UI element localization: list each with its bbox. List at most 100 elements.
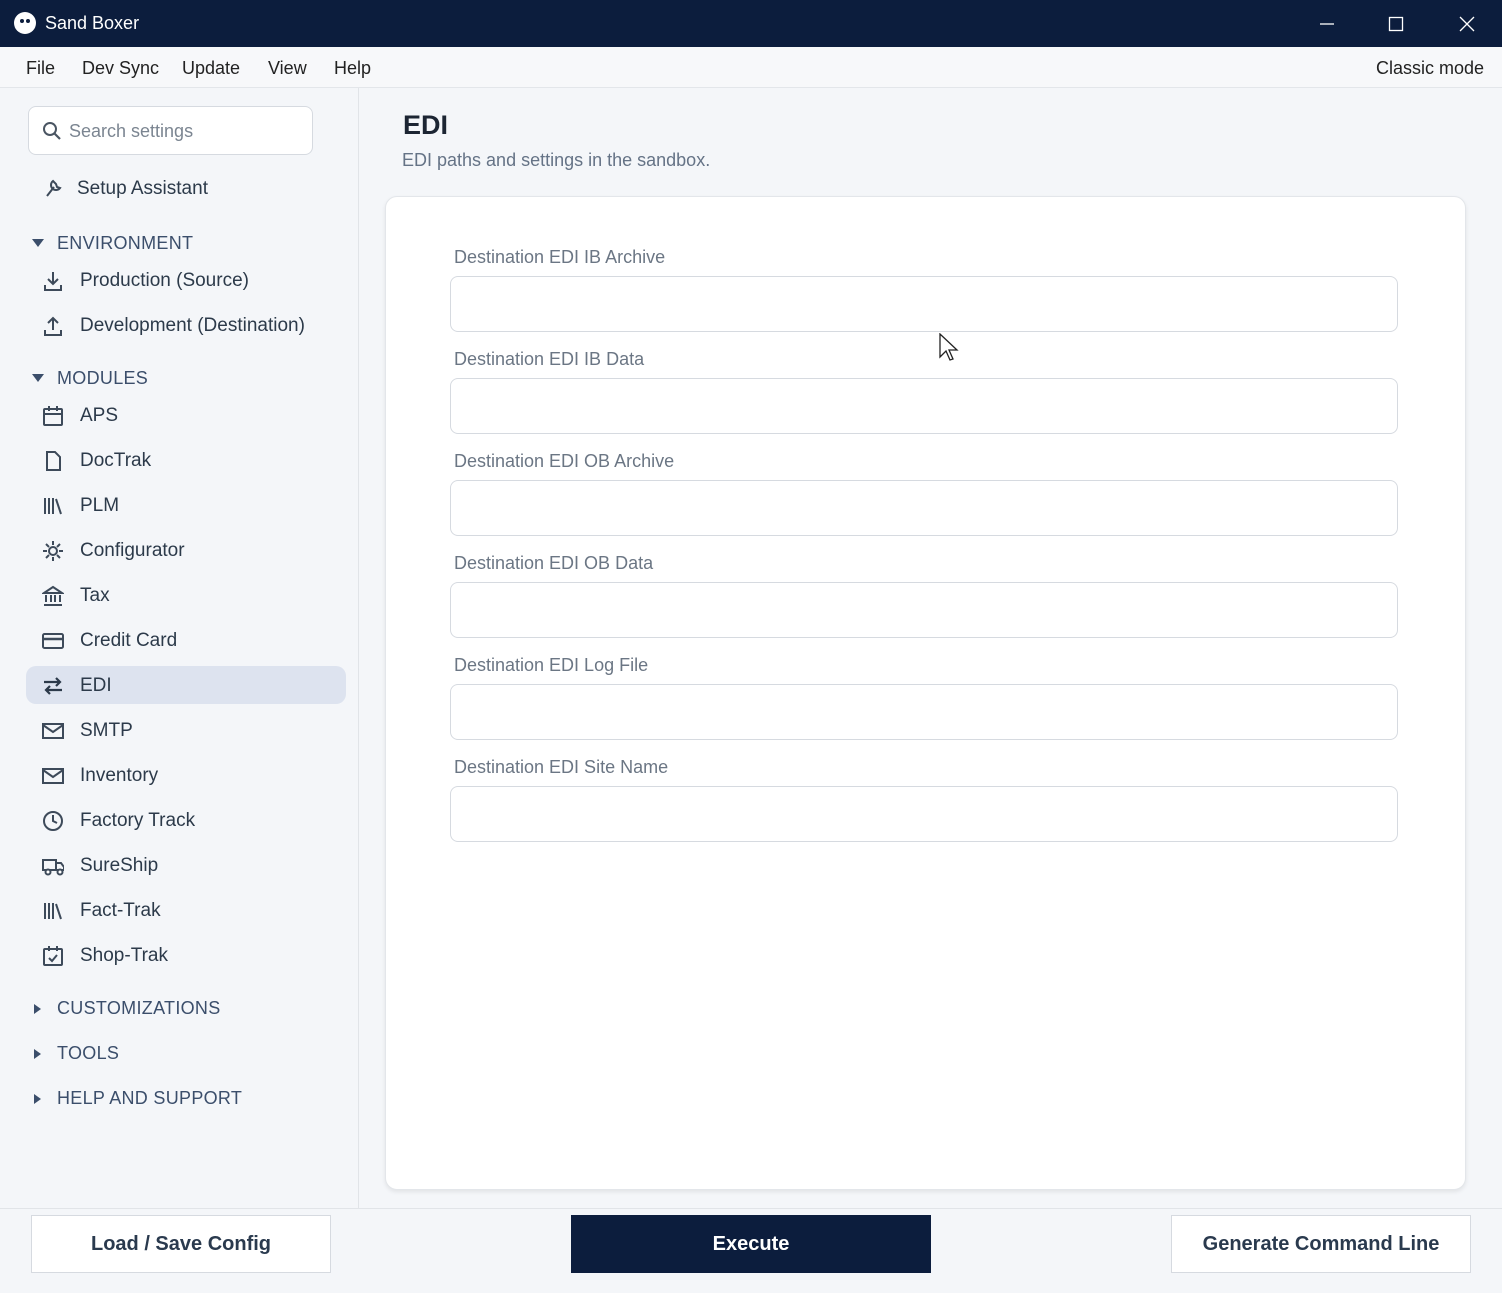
menu-dev-sync[interactable]: Dev Sync — [82, 58, 159, 79]
field-label-ib-archive: Destination EDI IB Archive — [454, 247, 666, 267]
sidebar-item-label: SMTP — [80, 720, 133, 741]
ib-data-input[interactable] — [450, 378, 1398, 434]
search-input[interactable] — [69, 117, 304, 145]
ob-archive-input[interactable] — [450, 480, 1398, 536]
classic-mode-link[interactable]: Classic mode — [1376, 58, 1484, 79]
section-label: HELP AND SUPPORT — [57, 1088, 243, 1108]
sidebar-item-label: APS — [80, 405, 119, 426]
mail-icon — [42, 765, 64, 787]
sidebar-item-doctrak[interactable]: DocTrak — [26, 441, 346, 479]
clock-icon — [42, 810, 64, 832]
gear-icon — [42, 540, 64, 562]
library-icon — [42, 900, 64, 922]
minimize-icon — [1320, 22, 1334, 25]
menu-view[interactable]: View — [268, 58, 307, 79]
section-label: CUSTOMIZATIONS — [57, 998, 221, 1018]
caret-right-icon — [34, 1004, 41, 1014]
search-icon — [43, 122, 61, 140]
sidebar-item-plm[interactable]: PLM — [26, 486, 346, 524]
caret-right-icon — [34, 1049, 41, 1059]
upload-icon — [42, 315, 64, 337]
credit-card-icon — [42, 630, 64, 652]
sidebar-item-label: Shop-Trak — [80, 945, 168, 966]
sidebar-item-label: Production (Source) — [80, 270, 249, 291]
sidebar-item-setup-assistant[interactable]: Setup Assistant — [26, 171, 346, 209]
ob-data-input[interactable] — [450, 582, 1398, 638]
sidebar-item-label: Setup Assistant — [77, 178, 208, 199]
mail-icon — [42, 720, 64, 742]
section-help-and-support[interactable]: HELP AND SUPPORT — [26, 1084, 346, 1114]
section-customizations[interactable]: CUSTOMIZATIONS — [26, 994, 346, 1024]
sidebar-item-production[interactable]: Production (Source) — [26, 261, 346, 299]
sidebar-item-edi[interactable]: EDI — [26, 666, 346, 704]
field-label-ob-data: Destination EDI OB Data — [454, 553, 654, 573]
field-label-ib-data: Destination EDI IB Data — [454, 349, 645, 369]
close-button[interactable] — [1432, 0, 1502, 47]
section-tools[interactable]: TOOLS — [26, 1039, 346, 1069]
title-bar: Sand Boxer — [0, 0, 1502, 47]
maximize-button[interactable] — [1361, 0, 1431, 47]
sidebar-item-label: Inventory — [80, 765, 159, 786]
caret-right-icon — [34, 1094, 41, 1104]
caret-down-icon — [32, 374, 44, 382]
calendar-check-icon — [42, 945, 64, 967]
sidebar-item-label: Development (Destination) — [80, 315, 305, 336]
sidebar: Setup Assistant ENVIRONMENT Production (… — [0, 88, 359, 1208]
sidebar-item-label: Credit Card — [80, 630, 178, 651]
sidebar-item-sureship[interactable]: SureShip — [26, 846, 346, 884]
sidebar-item-label: Configurator — [80, 540, 185, 561]
section-label: MODULES — [57, 368, 149, 388]
load-save-config-button[interactable]: Load / Save Config — [31, 1215, 331, 1273]
sidebar-item-tax[interactable]: Tax — [26, 576, 346, 614]
download-icon — [42, 270, 64, 292]
sidebar-item-label: Tax — [80, 585, 110, 606]
bank-icon — [42, 585, 64, 607]
field-label-ob-archive: Destination EDI OB Archive — [454, 451, 675, 471]
maximize-icon — [1388, 16, 1404, 31]
sidebar-item-inventory[interactable]: Inventory — [26, 756, 346, 794]
execute-button[interactable]: Execute — [571, 1215, 931, 1273]
sidebar-item-shop-trak[interactable]: Shop-Trak — [26, 936, 346, 974]
sidebar-item-credit-card[interactable]: Credit Card — [26, 621, 346, 659]
sidebar-item-label: DocTrak — [80, 450, 152, 471]
generate-command-line-button[interactable]: Generate Command Line — [1171, 1215, 1471, 1273]
library-icon — [42, 495, 64, 517]
section-environment[interactable]: ENVIRONMENT — [26, 229, 346, 259]
sidebar-item-label: SureShip — [80, 855, 159, 876]
caret-down-icon — [32, 239, 44, 247]
menu-help[interactable]: Help — [334, 58, 371, 79]
calendar-icon — [42, 405, 64, 427]
window-title: Sand Boxer — [45, 13, 140, 33]
page-title: EDI — [403, 110, 449, 140]
menu-update[interactable]: Update — [182, 58, 240, 79]
section-label: TOOLS — [57, 1043, 120, 1063]
ib-archive-input[interactable] — [450, 276, 1398, 332]
sidebar-item-configurator[interactable]: Configurator — [26, 531, 346, 569]
section-label: ENVIRONMENT — [57, 233, 194, 253]
sidebar-item-label: EDI — [80, 675, 112, 696]
minimize-button[interactable] — [1292, 0, 1362, 47]
sidebar-item-label: PLM — [80, 495, 120, 516]
sidebar-item-smtp[interactable]: SMTP — [26, 711, 346, 749]
field-label-log-file: Destination EDI Log File — [454, 655, 649, 675]
swap-arrows-icon — [42, 675, 64, 697]
truck-icon — [42, 855, 64, 877]
mouse-cursor-icon — [939, 333, 959, 361]
sidebar-item-factory-track[interactable]: Factory Track — [26, 801, 346, 839]
close-icon — [1459, 16, 1475, 31]
sidebar-item-fact-trak[interactable]: Fact-Trak — [26, 891, 346, 929]
sidebar-item-label: Fact-Trak — [80, 900, 161, 921]
search-box[interactable] — [28, 106, 313, 155]
field-label-site-name: Destination EDI Site Name — [454, 757, 669, 777]
menu-bar: File Dev Sync Update View Help Classic m… — [0, 47, 1502, 88]
sidebar-item-development[interactable]: Development (Destination) — [26, 306, 346, 344]
site-name-input[interactable] — [450, 786, 1398, 842]
section-modules[interactable]: MODULES — [26, 364, 346, 394]
document-icon — [42, 450, 64, 472]
menu-file[interactable]: File — [26, 58, 55, 79]
sidebar-item-label: Factory Track — [80, 810, 196, 831]
page-subtitle: EDI paths and settings in the sandbox. — [402, 150, 711, 170]
sidebar-item-aps[interactable]: APS — [26, 396, 346, 434]
log-file-input[interactable] — [450, 684, 1398, 740]
app-logo-icon — [14, 12, 36, 34]
